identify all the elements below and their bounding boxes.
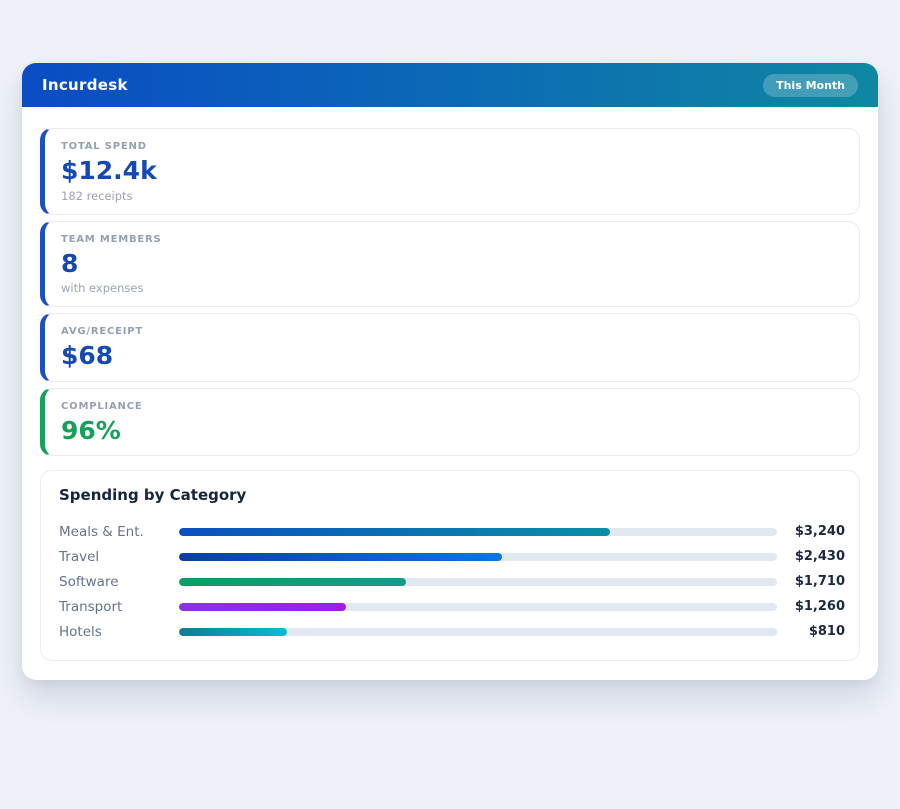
app-header: Incurdesk This Month <box>22 63 878 107</box>
app-title: Incurdesk <box>42 76 128 94</box>
category-bar-track <box>179 528 777 536</box>
category-row: Software $1,710 <box>59 569 845 594</box>
chart-title: Spending by Category <box>59 486 845 504</box>
category-row: Meals & Ent. $3,240 <box>59 519 845 544</box>
category-row: Transport $1,260 <box>59 594 845 619</box>
period-badge[interactable]: This Month <box>763 74 858 97</box>
category-label: Transport <box>59 599 179 615</box>
category-bar-fill <box>179 553 502 561</box>
stat-card: TEAM MEMBERS 8 with expenses <box>40 221 860 308</box>
stat-value: 96% <box>61 417 843 445</box>
stat-sub: 182 receipts <box>61 189 843 203</box>
stat-card: AVG/RECEIPT $68 <box>40 313 860 382</box>
category-bar-fill <box>179 603 346 611</box>
dashboard-panel: Incurdesk This Month TOTAL SPEND $12.4k … <box>22 63 878 680</box>
category-label: Software <box>59 574 179 590</box>
category-value: $1,260 <box>787 599 845 614</box>
category-label: Hotels <box>59 624 179 640</box>
category-bar-track <box>179 553 777 561</box>
stat-sub: with expenses <box>61 281 843 295</box>
category-value: $1,710 <box>787 574 845 589</box>
stat-label: COMPLIANCE <box>61 401 843 412</box>
category-label: Travel <box>59 549 179 565</box>
stat-label: TOTAL SPEND <box>61 141 843 152</box>
stat-value: $12.4k <box>61 157 843 185</box>
stats-list: TOTAL SPEND $12.4k 182 receipts TEAM MEM… <box>40 128 860 456</box>
category-bar-track <box>179 628 777 636</box>
stat-label: TEAM MEMBERS <box>61 234 843 245</box>
panel-content: TOTAL SPEND $12.4k 182 receipts TEAM MEM… <box>22 107 878 680</box>
stat-label: AVG/RECEIPT <box>61 326 843 337</box>
category-bar-fill <box>179 628 287 636</box>
page-background: Incurdesk This Month TOTAL SPEND $12.4k … <box>0 63 900 680</box>
category-value: $810 <box>787 624 845 639</box>
chart-rows: Meals & Ent. $3,240 Travel $2,430 Softwa… <box>59 519 845 644</box>
stat-value: $68 <box>61 342 843 370</box>
category-label: Meals & Ent. <box>59 524 179 540</box>
category-bar-track <box>179 603 777 611</box>
category-row: Travel $2,430 <box>59 544 845 569</box>
category-bar-fill <box>179 528 610 536</box>
stat-card: COMPLIANCE 96% <box>40 388 860 457</box>
category-bar-track <box>179 578 777 586</box>
spending-by-category-card: Spending by Category Meals & Ent. $3,240… <box>40 470 860 661</box>
category-value: $2,430 <box>787 549 845 564</box>
category-row: Hotels $810 <box>59 619 845 644</box>
category-bar-fill <box>179 578 406 586</box>
category-value: $3,240 <box>787 524 845 539</box>
stat-value: 8 <box>61 250 843 278</box>
stat-card: TOTAL SPEND $12.4k 182 receipts <box>40 128 860 215</box>
